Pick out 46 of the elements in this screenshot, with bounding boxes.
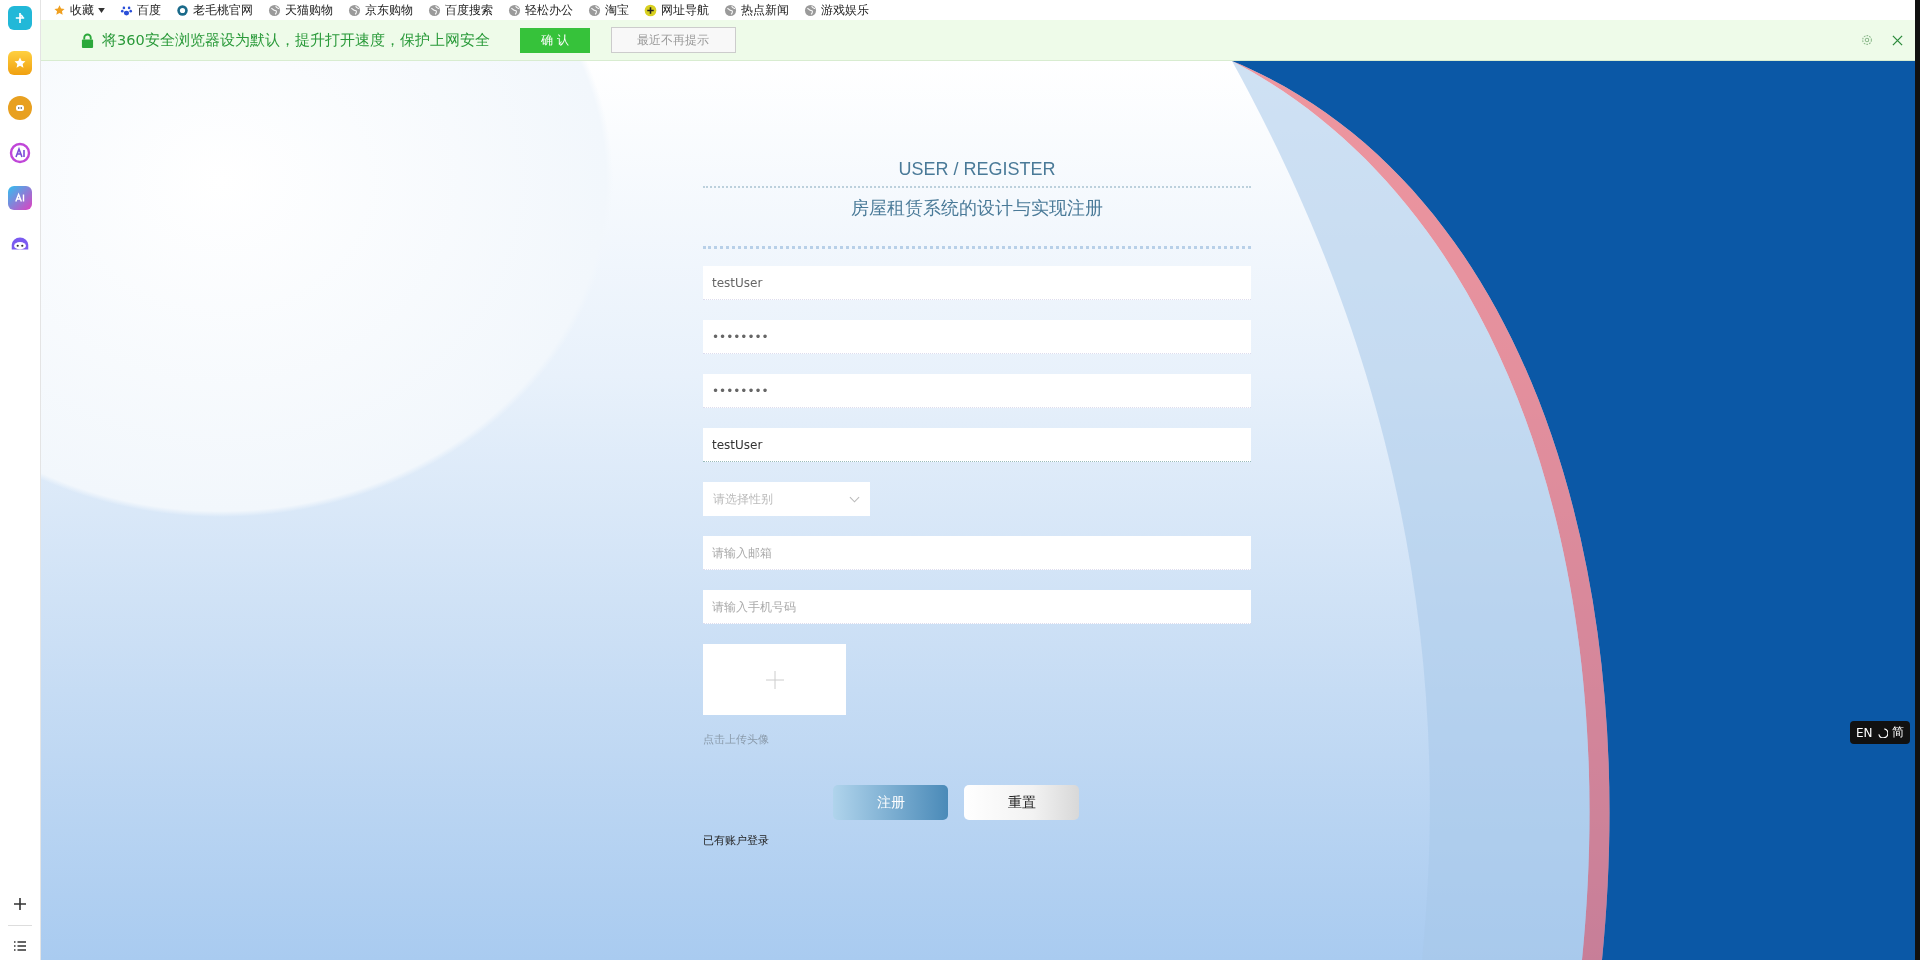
form-title: USER / REGISTER [703, 159, 1251, 188]
bookmark-link[interactable]: 淘宝 [588, 2, 629, 18]
bookmark-link[interactable]: 网址导航 [644, 2, 709, 18]
reset-button[interactable]: 重置 [964, 785, 1079, 820]
globe-icon [428, 3, 441, 17]
plus-icon [764, 669, 785, 690]
bookmark-link[interactable]: 百度 [120, 2, 161, 18]
globe-icon [724, 3, 737, 17]
upload-hint: 点击上传头像 [703, 732, 769, 747]
chevron-down-icon [849, 495, 860, 503]
caret-icon[interactable] [98, 7, 105, 13]
notification-message: 将360安全浏览器设为默认，提升打开速度，保护上网安全 [102, 30, 490, 50]
ai-ring-icon[interactable] [8, 141, 32, 165]
ring-icon [176, 3, 189, 17]
input-field[interactable]: •••••••• [703, 374, 1251, 408]
close-icon[interactable] [1892, 34, 1903, 46]
globe-icon [508, 3, 521, 17]
globe-icon [348, 3, 361, 17]
input-field[interactable]: 请输入手机号码 [703, 590, 1251, 624]
lock-icon [81, 32, 94, 48]
input-field[interactable]: testUser [703, 428, 1251, 462]
list-icon[interactable] [13, 940, 27, 952]
ai-icon[interactable] [8, 186, 32, 210]
input-field[interactable]: •••••••• [703, 320, 1251, 354]
add-icon[interactable] [13, 897, 27, 911]
robot-face-icon[interactable] [8, 96, 32, 120]
form-subtitle: 房屋租赁系统的设计与实现注册 [851, 196, 1103, 220]
bookmark-link[interactable]: 百度搜索 [428, 2, 493, 18]
bookmark-link[interactable]: 老毛桃官网 [176, 2, 253, 18]
bookmark-link[interactable]: 热点新闻 [724, 2, 789, 18]
star-icon [53, 3, 66, 17]
plus-circle-icon [644, 3, 657, 17]
login-link[interactable]: 已有账户登录 [703, 833, 769, 848]
bookmark-link[interactable]: 天猫购物 [268, 2, 333, 18]
bookmark-link[interactable]: 收藏 [53, 2, 105, 18]
ime-indicator[interactable]: EN 简 [1850, 721, 1910, 744]
globe-icon [804, 3, 817, 17]
bookmark-link[interactable]: 京东购物 [348, 2, 413, 18]
moon-icon [1876, 727, 1888, 738]
app-logo-icon[interactable] [8, 6, 32, 30]
globe-icon [588, 3, 601, 17]
bookmark-link[interactable]: 游戏娱乐 [804, 2, 869, 18]
input-field[interactable]: 请输入邮箱 [703, 536, 1251, 570]
globe-icon [268, 3, 281, 17]
input-field[interactable]: testUser [703, 266, 1251, 300]
bookmark-link[interactable]: 轻松办公 [508, 2, 573, 18]
